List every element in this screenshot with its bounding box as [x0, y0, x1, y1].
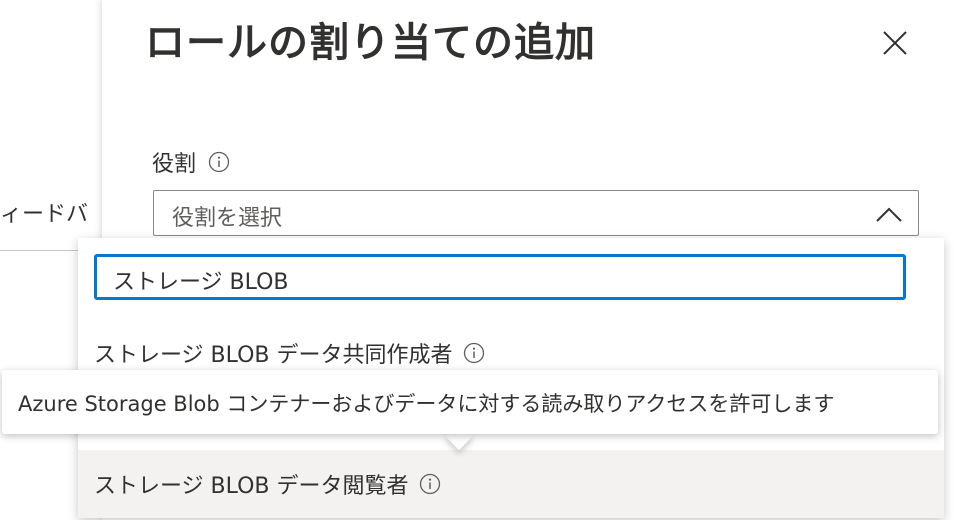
role-option-label: ストレージ BLOB データ共同作成者 — [94, 343, 453, 368]
info-icon[interactable] — [463, 342, 485, 364]
close-icon — [883, 31, 907, 55]
role-select-placeholder: 役割を選択 — [172, 206, 283, 231]
chevron-up-icon[interactable] — [874, 204, 904, 224]
role-search-value: ストレージ BLOB — [113, 270, 289, 295]
role-description-tooltip: Azure Storage Blob コンテナーおよびデータに対する読み取りアク… — [2, 370, 938, 434]
close-button[interactable] — [880, 28, 910, 58]
role-option-label: ストレージ BLOB データ閲覧者 — [94, 474, 409, 499]
role-select[interactable]: 役割を選択 — [153, 190, 919, 236]
info-icon[interactable] — [419, 473, 441, 495]
role-label: 役割 — [152, 152, 197, 177]
role-search-input[interactable]: ストレージ BLOB — [94, 254, 906, 300]
role-label-row: 役割 — [152, 146, 230, 178]
info-icon[interactable] — [208, 151, 230, 173]
feedback-link-fragment[interactable]: ィードバ — [0, 196, 88, 228]
role-option-blob-data-reader[interactable]: ストレージ BLOB データ閲覧者 — [78, 450, 944, 518]
tooltip-text: Azure Storage Blob コンテナーおよびデータに対する読み取りアク… — [18, 392, 835, 416]
page: ィードバ ロールの割り当ての追加 役割 役割を選択 ストレージ BLOB ストレ… — [0, 0, 954, 520]
panel-title: ロールの割り当ての追加 — [145, 20, 596, 66]
